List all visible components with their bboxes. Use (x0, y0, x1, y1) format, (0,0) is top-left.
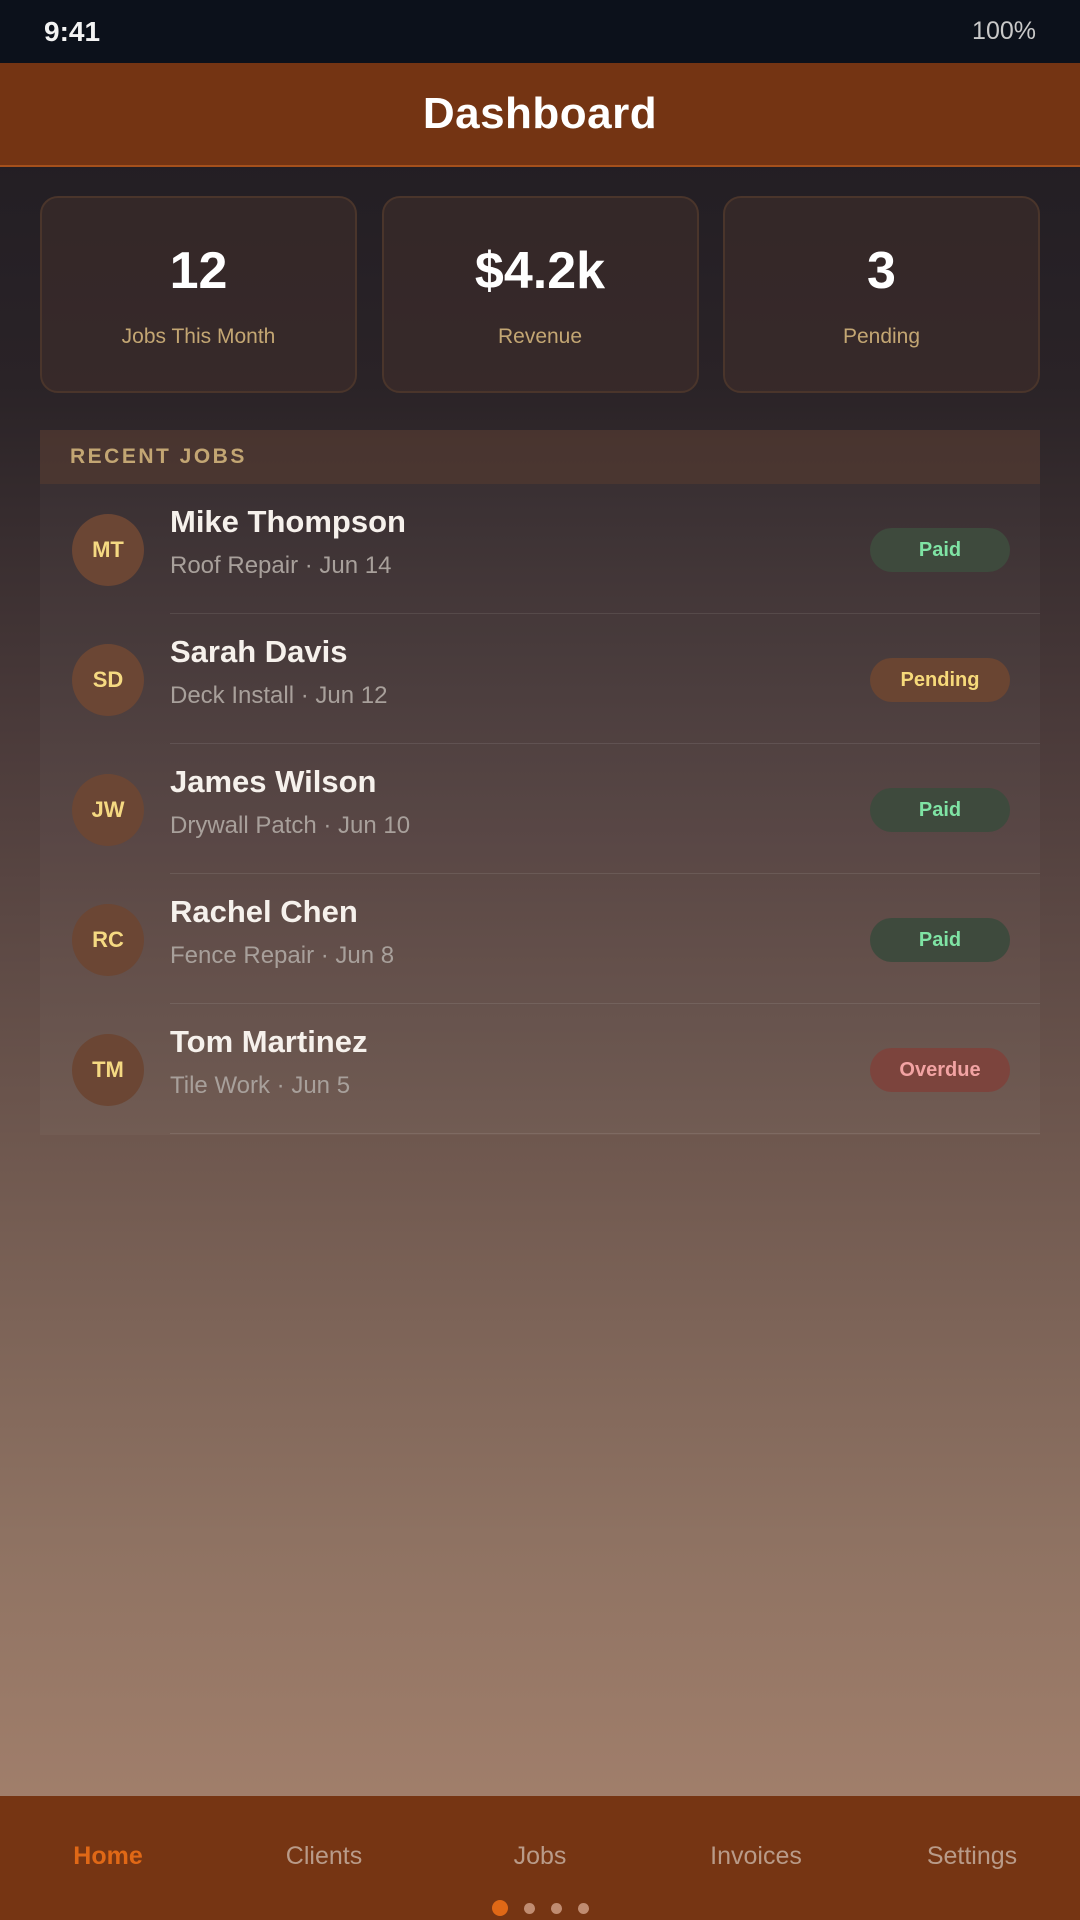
battery-level: 100% (972, 17, 1036, 45)
stat-card-pending[interactable]: 3 Pending (723, 196, 1040, 393)
page-dot[interactable] (523, 1902, 535, 1914)
page-dot[interactable] (577, 1902, 589, 1914)
tab-invoices[interactable]: Invoices (648, 1842, 864, 1871)
bottom-tab-bar: Home Clients Jobs Invoices Settings (0, 1796, 1080, 1920)
app-header: Dashboard (0, 63, 1080, 167)
job-detail: Drywall Patch · Jun 10 (170, 812, 411, 839)
page-title: Dashboard (422, 89, 658, 138)
job-detail: Tile Work · Jun 5 (170, 1072, 351, 1099)
status-badge: Paid (870, 528, 1010, 572)
tab-settings[interactable]: Settings (864, 1842, 1080, 1871)
job-detail: Deck Install · Jun 12 (170, 682, 388, 709)
stat-label: Pending (842, 324, 921, 348)
status-bar: 9:41 100% (0, 0, 1080, 63)
client-name: Sarah Davis (170, 634, 348, 669)
job-row[interactable]: TM Tom Martinez Tile Work · Jun 5 Overdu… (40, 1004, 1040, 1134)
stat-value: 12 (169, 241, 228, 300)
job-row[interactable]: SD Sarah Davis Deck Install · Jun 12 Pen… (40, 614, 1040, 744)
job-row[interactable]: JW James Wilson Drywall Patch · Jun 10 P… (40, 744, 1040, 874)
section-heading: RECENT JOBS (40, 430, 1040, 484)
client-name: James Wilson (170, 764, 377, 799)
job-detail: Roof Repair · Jun 14 (170, 552, 392, 579)
job-detail: Fence Repair · Jun 8 (170, 942, 395, 969)
avatar: MT (72, 514, 144, 586)
stat-value: 3 (867, 241, 896, 300)
avatar: SD (72, 644, 144, 716)
stat-label: Revenue (497, 324, 583, 348)
stat-value: $4.2k (474, 241, 606, 300)
status-badge: Overdue (870, 1048, 1010, 1092)
tab-home[interactable]: Home (0, 1842, 216, 1871)
page-dot[interactable] (491, 1900, 508, 1916)
stats-row: 12 Jobs This Month $4.2k Revenue 3 Pendi… (40, 196, 1040, 393)
stat-card-jobs[interactable]: 12 Jobs This Month (40, 196, 357, 393)
avatar: TM (72, 1034, 144, 1106)
avatar: JW (72, 774, 144, 846)
status-badge: Paid (870, 788, 1010, 832)
recent-jobs-panel: RECENT JOBS MT Mike Thompson Roof Repair… (40, 430, 1040, 1135)
tab-jobs[interactable]: Jobs (432, 1842, 648, 1871)
client-name: Rachel Chen (170, 894, 358, 929)
job-row[interactable]: MT Mike Thompson Roof Repair · Jun 14 Pa… (40, 484, 1040, 614)
status-badge: Paid (870, 918, 1010, 962)
job-row[interactable]: RC Rachel Chen Fence Repair · Jun 8 Paid (40, 874, 1040, 1004)
page-indicator (0, 1900, 1080, 1916)
status-badge: Pending (870, 658, 1010, 702)
client-name: Tom Martinez (170, 1024, 368, 1059)
avatar: RC (72, 904, 144, 976)
client-name: Mike Thompson (170, 504, 406, 539)
row-divider (170, 1133, 1040, 1134)
stat-card-revenue[interactable]: $4.2k Revenue (381, 196, 699, 393)
tab-clients[interactable]: Clients (216, 1842, 432, 1871)
page-dot[interactable] (550, 1902, 562, 1914)
stat-label: Jobs This Month (121, 324, 276, 348)
status-time: 9:41 (44, 15, 101, 47)
